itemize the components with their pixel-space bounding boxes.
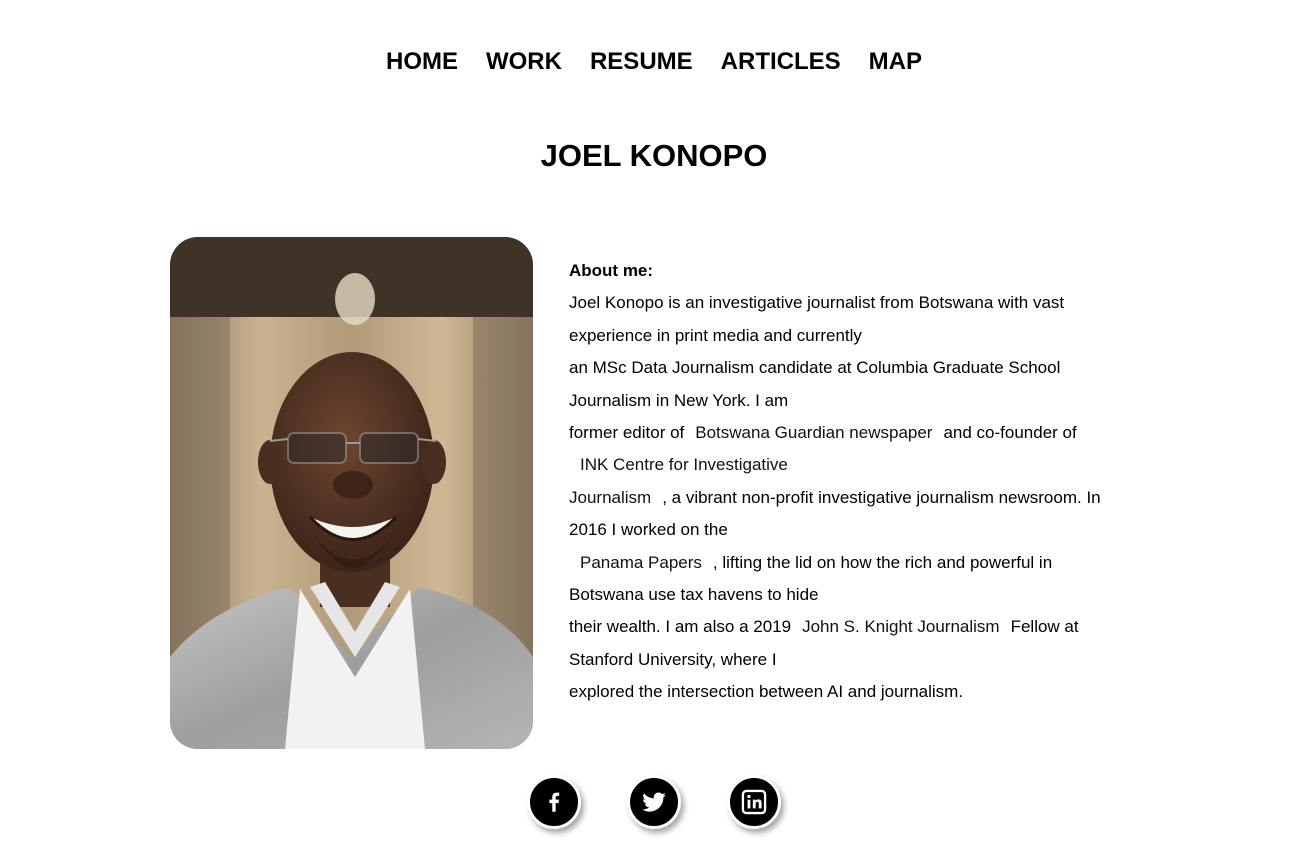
about-text: and co-founder of <box>943 423 1077 443</box>
about-text: their wealth. I am also a 2019 <box>569 617 792 637</box>
about-line: Stanford University, where I <box>569 649 777 669</box>
about-line: Panama Papers, lifting the lid on how th… <box>569 547 1139 579</box>
about-line: Journalism, a vibrant non-profit investi… <box>569 482 1139 514</box>
about-text: former editor of <box>569 423 685 443</box>
linkedin-button[interactable] <box>727 775 781 829</box>
botswana-guardian-link[interactable]: Botswana Guardian newspaper <box>684 423 943 442</box>
twitter-icon <box>642 792 666 812</box>
main-nav: HOME WORK RESUME ARTICLES MAP <box>0 46 1308 78</box>
about-line: their wealth. I am also a 2019 John S. Kn… <box>569 611 1139 643</box>
nav-home-link[interactable]: HOME <box>386 46 458 78</box>
linkedin-icon <box>741 789 767 815</box>
about-line: Joel Konopo is an investigative journali… <box>569 293 1065 313</box>
about-line: explored the intersection between AI and… <box>569 682 964 702</box>
about-text: , lifting the lid on how the rich and po… <box>712 552 1053 572</box>
about-text: , a vibrant non-profit investigative jou… <box>662 487 1101 507</box>
social-links <box>0 775 1308 829</box>
ink-centre-link-cont[interactable]: Journalism <box>569 488 662 507</box>
jsk-fellowship-link[interactable]: John S. Knight Journalism <box>791 617 1011 636</box>
about-line: experience in print media and currently <box>569 325 862 345</box>
about-heading: About me: <box>569 261 654 280</box>
about-line: 2016 I worked on the <box>569 520 728 540</box>
nav-map-link[interactable]: MAP <box>869 46 922 78</box>
about-section: About me: Joel Konopo is an investigativ… <box>569 255 1139 709</box>
about-line: Botswana use tax havens to hide <box>569 585 819 605</box>
about-line: an MSc Data Journalism candidate at Colu… <box>569 358 1061 378</box>
about-text: Fellow at <box>1010 617 1079 637</box>
panama-papers-link[interactable]: Panama Papers <box>569 553 713 572</box>
about-line: INK Centre for Investigative <box>569 449 1139 481</box>
nav-work-link[interactable]: WORK <box>486 46 562 78</box>
facebook-icon <box>549 792 560 812</box>
about-line: Journalism in New York. I am <box>569 390 789 410</box>
page-title: JOEL KONOPO <box>540 138 768 173</box>
facebook-button[interactable] <box>527 775 581 829</box>
nav-resume-link[interactable]: RESUME <box>590 46 693 78</box>
twitter-button[interactable] <box>627 775 681 829</box>
about-line: former editor of Botswana Guardian newspa… <box>569 417 1139 449</box>
ink-centre-link[interactable]: INK Centre for Investigative <box>569 455 799 474</box>
profile-photo <box>170 237 533 749</box>
nav-articles-link[interactable]: ARTICLES <box>721 46 841 78</box>
profile-portrait-image <box>170 237 533 749</box>
